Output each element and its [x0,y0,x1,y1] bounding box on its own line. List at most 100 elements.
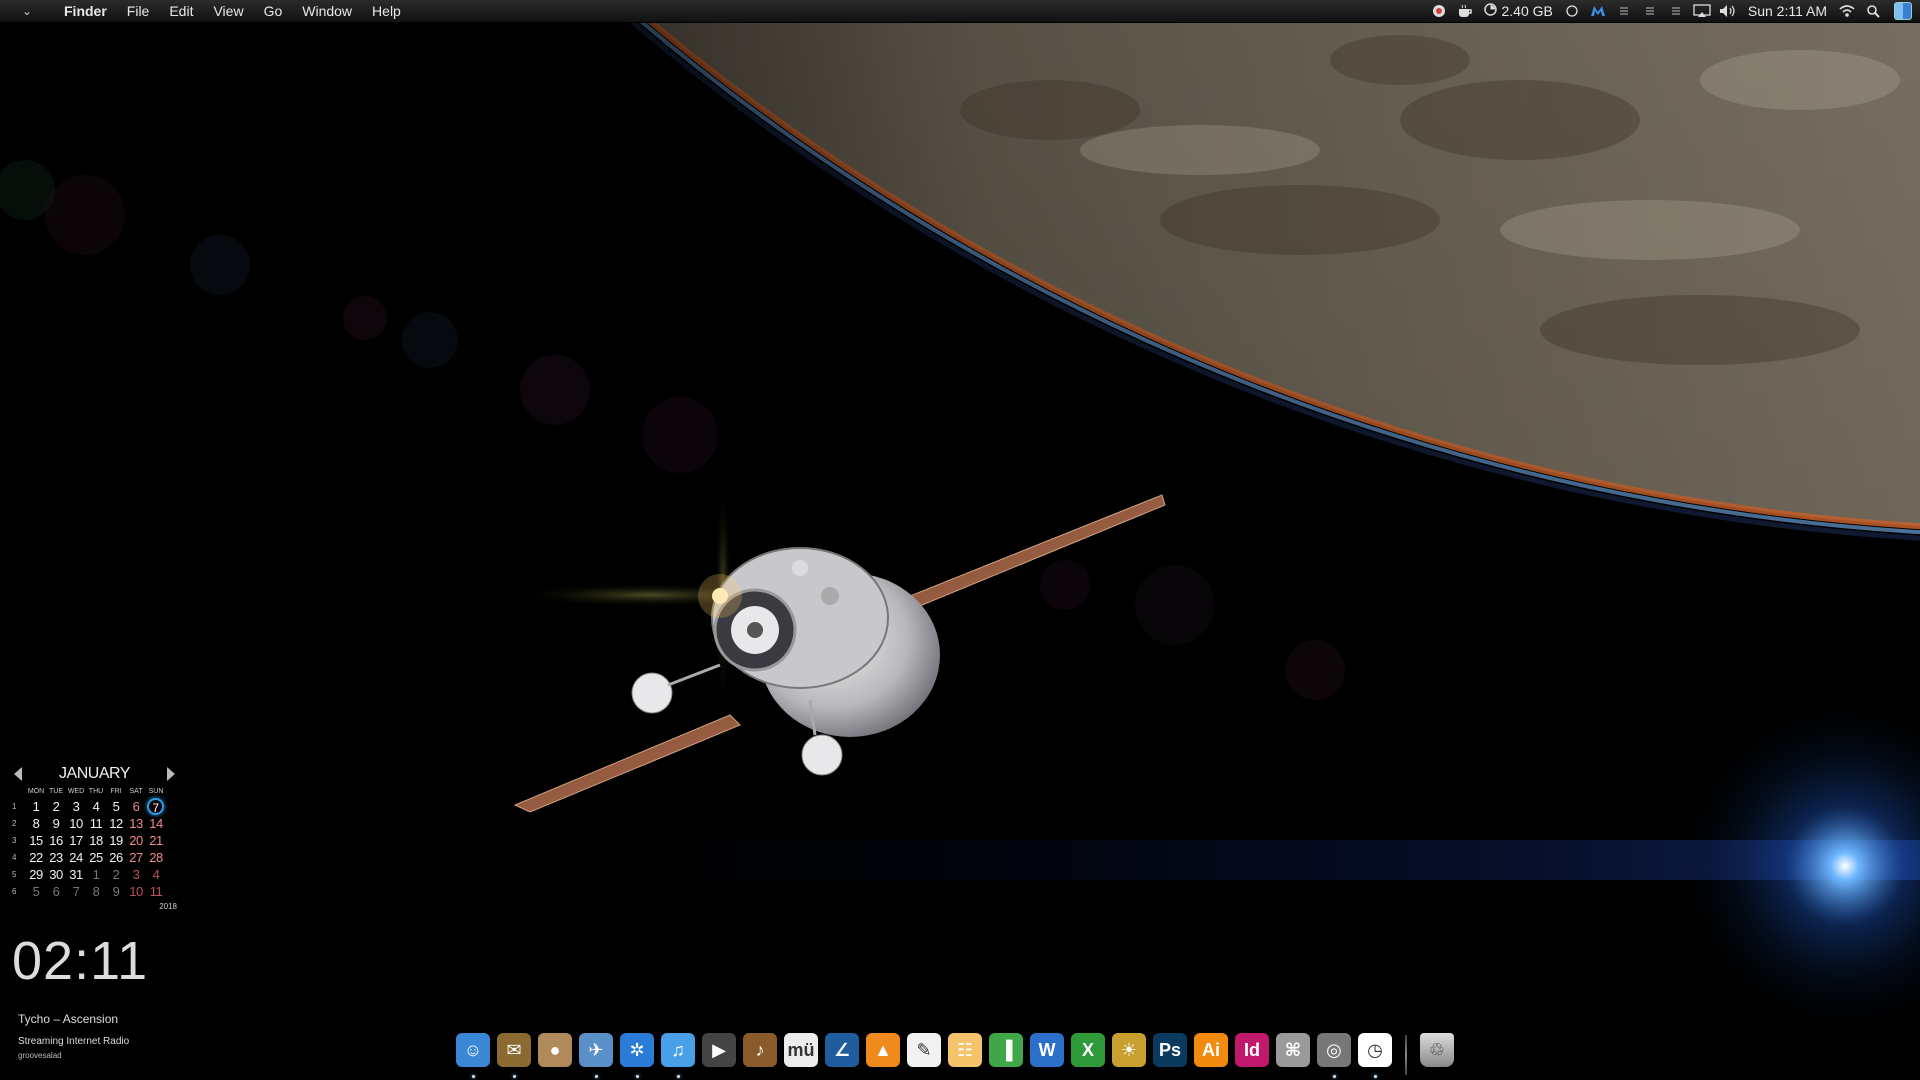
weekday-label: THU [88,788,104,795]
garageband-dock-item[interactable]: ♪ [741,1030,779,1080]
airplay-icon[interactable] [1689,0,1715,22]
calendar-day[interactable]: 8 [26,816,46,831]
finder-dock-item[interactable]: ☺ [454,1030,492,1080]
calendar-day[interactable]: 12 [106,816,126,831]
calendar-day[interactable]: 21 [146,833,166,848]
record-icon[interactable] [1426,0,1452,22]
compass-app-dock-item[interactable]: ∠ [823,1030,861,1080]
calendar-day[interactable]: 14 [146,816,166,831]
photoshop-dock-item[interactable]: Ps [1151,1030,1189,1080]
spotlight-icon[interactable] [1860,0,1886,22]
calendar-day[interactable]: 10 [126,884,146,899]
previous-month-icon[interactable] [14,767,22,781]
menu-go[interactable]: Go [254,0,293,22]
trash-dock-item[interactable]: ♲ [1418,1030,1456,1080]
next-month-icon[interactable] [166,767,175,781]
calendar-day[interactable]: 16 [46,833,66,848]
disk-utility-dock-item[interactable]: ◎ [1315,1030,1353,1080]
calendar-day[interactable]: 18 [86,833,106,848]
calendar-day[interactable]: 3 [126,867,146,882]
indesign-dock-item[interactable]: Id [1233,1030,1271,1080]
coffee-icon[interactable] [1452,0,1478,22]
circle-icon[interactable] [1559,0,1585,22]
calendar-day[interactable]: 19 [106,833,126,848]
textedit-dock-item[interactable]: ✎ [905,1030,943,1080]
calendar-day[interactable]: 15 [26,833,46,848]
calendar-day[interactable]: 5 [106,799,126,814]
dropbox-icon[interactable] [1663,0,1689,22]
calendar-day[interactable]: 25 [86,850,106,865]
calendar-day[interactable]: 20 [126,833,146,848]
wifi-icon[interactable] [1834,0,1860,22]
calendar-day[interactable]: 11 [146,884,166,899]
calendar-day[interactable]: 11 [86,816,106,831]
memory-status[interactable]: 2.40 GB [1478,0,1558,22]
numbers-dock-item[interactable]: ▐ [987,1030,1025,1080]
excel-dock-item[interactable]: X [1069,1030,1107,1080]
calendar-day[interactable]: 4 [86,799,106,814]
calendar-day[interactable]: 10 [66,816,86,831]
calendar-day[interactable]: 28 [146,850,166,865]
malwarebytes-icon[interactable] [1585,0,1611,22]
calendar-day[interactable]: 23 [46,850,66,865]
calendar-day[interactable]: 17 [66,833,86,848]
vlc-icon: ▲ [866,1033,900,1067]
calendar-day[interactable]: 30 [46,867,66,882]
dropbox-icon[interactable] [1611,0,1637,22]
word-dock-item[interactable]: W [1028,1030,1066,1080]
calendar-day[interactable]: 3 [66,799,86,814]
preview-dock-item[interactable]: ✈ [577,1030,615,1080]
menu-help[interactable]: Help [362,0,411,22]
calendar-day[interactable]: 2 [46,799,66,814]
clock-app-dock-item[interactable]: ◷ [1356,1030,1394,1080]
weekday-label: MON [27,788,45,795]
word-icon: W [1030,1033,1064,1067]
iphoto-dock-item[interactable]: ☀ [1110,1030,1148,1080]
calendar-day[interactable]: 1 [86,867,106,882]
menu-file[interactable]: File [117,0,160,22]
clock-menu[interactable]: Sun 2:11 AM [1741,0,1834,22]
calendar-day[interactable]: 4 [146,867,166,882]
calendar-day[interactable]: 2 [106,867,126,882]
preview-icon: ✈ [579,1033,613,1067]
illustrator-dock-item[interactable]: Ai [1192,1030,1230,1080]
itunes-dock-item[interactable]: ♫ [659,1030,697,1080]
pages-dock-item[interactable]: ☷ [946,1030,984,1080]
calendar-day[interactable]: 24 [66,850,86,865]
indesign-icon: Id [1235,1033,1269,1067]
jupiter-dock-item[interactable]: ● [536,1030,574,1080]
calendar-day[interactable]: 26 [106,850,126,865]
calendar-day[interactable]: 27 [126,850,146,865]
volume-icon[interactable] [1715,0,1741,22]
menu-view[interactable]: View [203,0,253,22]
calendar-day[interactable]: 8 [86,884,106,899]
dvd-player-dock-item[interactable]: ▶ [700,1030,738,1080]
dropbox-icon[interactable] [1637,0,1663,22]
calendar-day[interactable]: 5 [26,884,46,899]
menu-edit[interactable]: Edit [159,0,203,22]
calendar-day[interactable]: 9 [46,816,66,831]
calendar-weekday-header: MON TUE WED THU FRI SAT SUN [12,788,177,798]
calendar-day[interactable]: 1 [26,799,46,814]
apple-menu-icon[interactable]: ⌄ [0,4,54,18]
calendar-day[interactable]: 9 [106,884,126,899]
calendar-day[interactable]: 6 [126,799,146,814]
calendar-day[interactable]: 13 [126,816,146,831]
archive-dock-item[interactable]: ✉ [495,1030,533,1080]
finder-icon[interactable] [1894,2,1912,20]
calendar-day[interactable]: 29 [26,867,46,882]
menu-window[interactable]: Window [292,0,362,22]
jupiter-icon: ● [538,1033,572,1067]
safari-dock-item[interactable]: ✲ [618,1030,656,1080]
calendar-today[interactable]: 7 [147,798,164,815]
weekday-label: TUE [49,788,63,795]
vlc-dock-item[interactable]: ▲ [864,1030,902,1080]
calendar-day[interactable]: 6 [46,884,66,899]
system-info-dock-item[interactable]: ⌘ [1274,1030,1312,1080]
calendar-day[interactable]: 7 [66,884,86,899]
menu-finder[interactable]: Finder [54,0,117,22]
mu-dock-item[interactable]: mü [782,1030,820,1080]
calendar-day[interactable]: 22 [26,850,46,865]
desktop-wallpaper [0,0,1920,1080]
calendar-day[interactable]: 31 [66,867,86,882]
